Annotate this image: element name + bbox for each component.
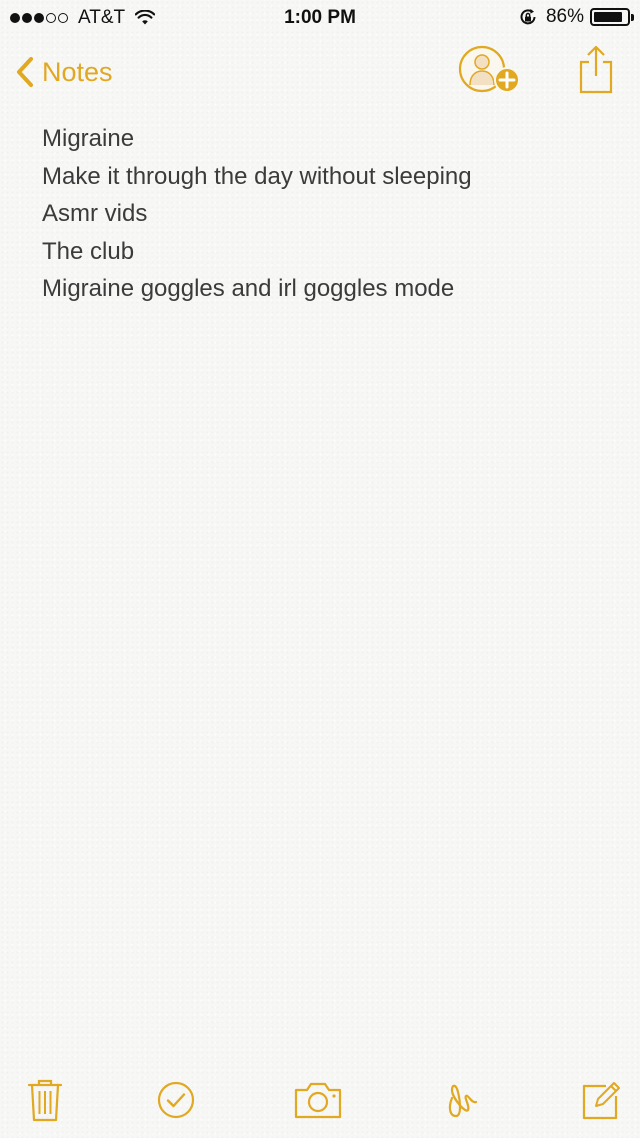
add-person-icon xyxy=(458,45,520,93)
note-line: Asmr vids xyxy=(42,200,148,227)
sketch-button[interactable] xyxy=(434,1072,490,1128)
battery-fill xyxy=(594,12,622,22)
rotation-lock-icon xyxy=(520,9,536,25)
note-line: Migraine xyxy=(42,125,135,152)
battery-icon xyxy=(590,8,634,26)
sketch-icon xyxy=(448,1084,478,1118)
trash-icon xyxy=(27,1079,63,1122)
camera-icon xyxy=(294,1082,342,1119)
compose-icon xyxy=(582,1082,620,1120)
checklist-icon xyxy=(157,1081,195,1119)
share-icon xyxy=(579,45,613,94)
share-button[interactable] xyxy=(576,44,616,96)
chevron-left-icon xyxy=(17,57,33,87)
back-button[interactable]: Notes xyxy=(16,50,113,94)
status-bar: AT&T 1:00 PM 86% xyxy=(0,0,640,36)
note-body[interactable]: Migraine Make it through the day without… xyxy=(42,120,612,308)
checklist-button[interactable] xyxy=(148,1072,204,1128)
note-line: The club xyxy=(42,237,135,265)
compose-button[interactable] xyxy=(572,1072,628,1128)
back-button-label: Notes xyxy=(42,56,113,87)
note-line: Migraine goggles and irl goggles mode xyxy=(42,275,455,302)
battery-percent: 86% xyxy=(545,6,584,27)
status-right: 86% xyxy=(518,6,634,28)
add-people-button[interactable] xyxy=(458,45,524,95)
delete-button[interactable] xyxy=(17,1072,73,1128)
note-line: Make it through the day without sleeping xyxy=(42,162,472,190)
camera-button[interactable] xyxy=(290,1072,346,1128)
